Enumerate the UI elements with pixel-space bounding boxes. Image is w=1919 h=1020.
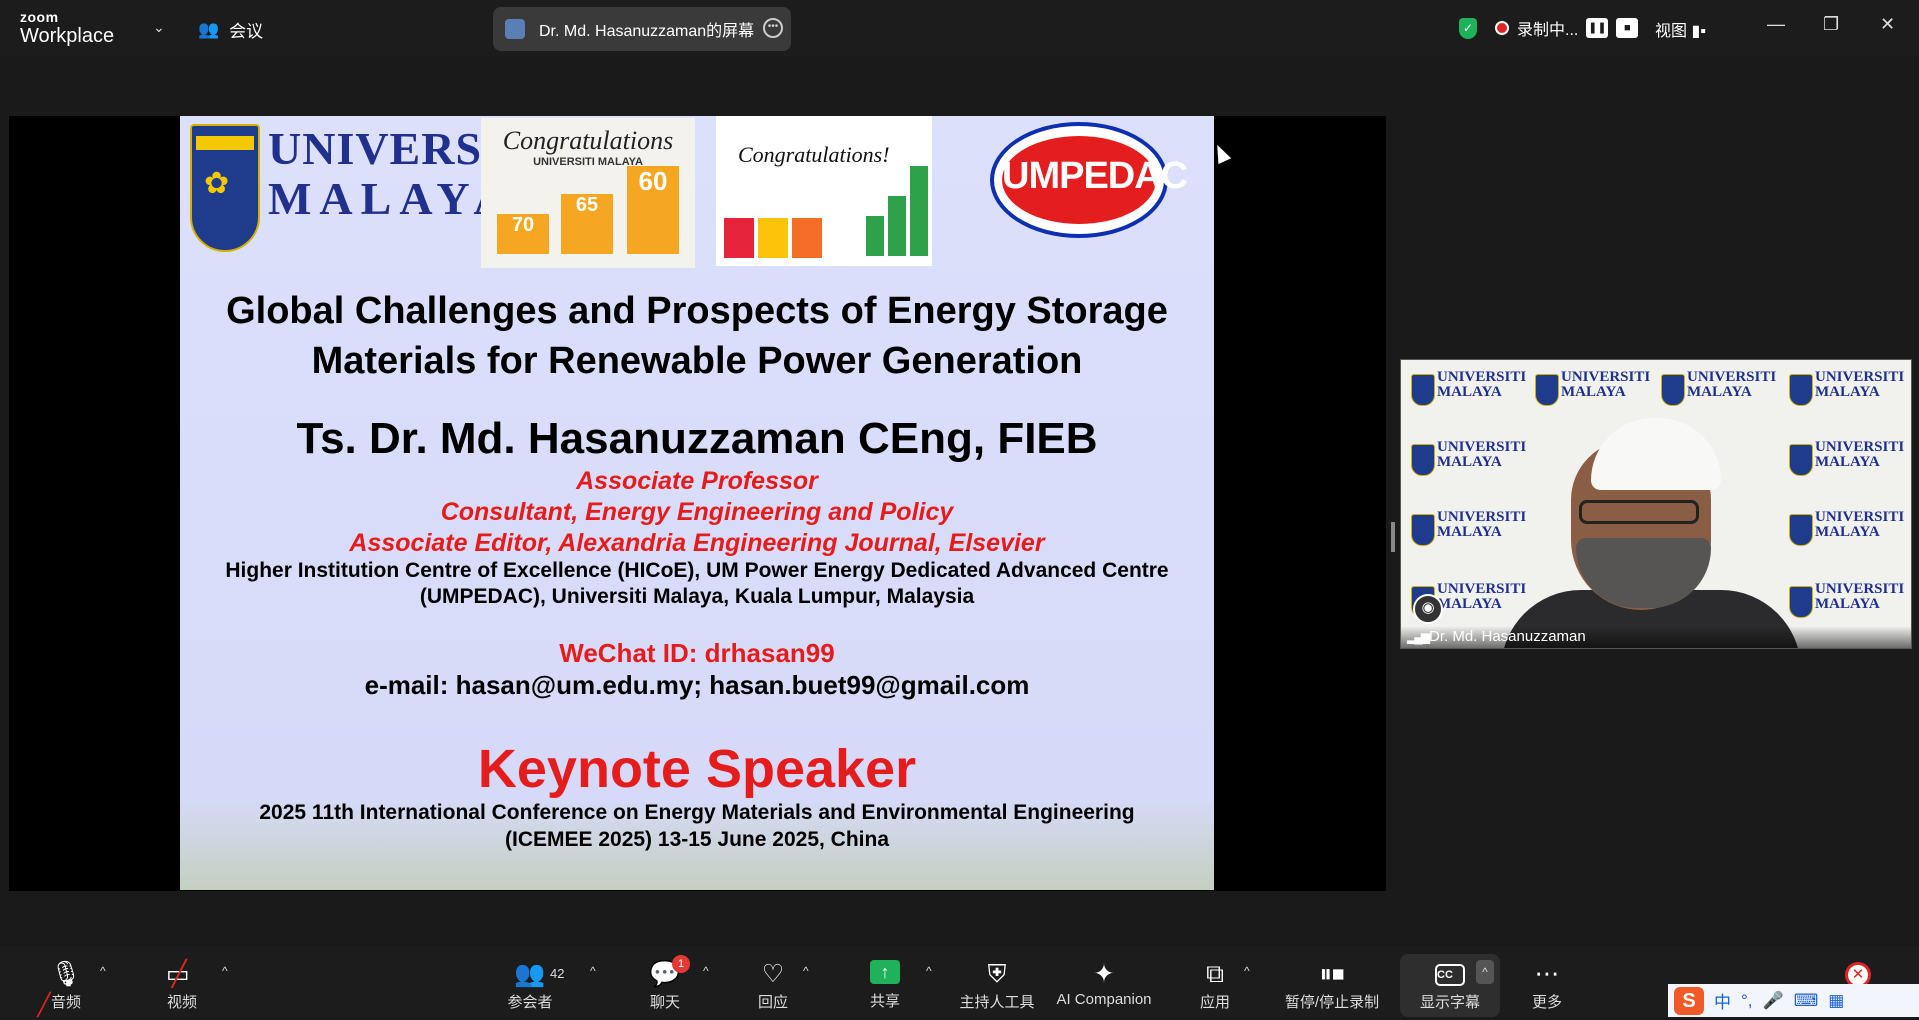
share-options-chevron-icon[interactable]: ^ (926, 964, 932, 978)
view-icon: ▮▪ (1691, 23, 1706, 40)
bg-logo: UNIVERSITI MALAYA (1657, 366, 1779, 426)
pause-stop-icon: ⏸⏹ (1319, 960, 1345, 988)
apps-options-chevron-icon[interactable]: ^ (1244, 964, 1250, 978)
more-icon: ⋯ (1534, 960, 1560, 988)
rank-bar: 60 (627, 166, 679, 254)
keyboard-icon[interactable]: ⌨ (1794, 991, 1819, 1011)
share-button[interactable]: ↑ 共享 (860, 946, 910, 1017)
speaker-name: Ts. Dr. Md. Hasanuzzaman CEng, FIEB (296, 414, 1098, 463)
minimize-icon[interactable]: — (1767, 14, 1785, 35)
rank-bar: 70 (497, 214, 549, 254)
share-title: Dr. Md. Hasanuzzaman的屏幕 (539, 23, 755, 40)
ai-companion-button[interactable]: ✦ AI Companion (1052, 946, 1156, 1017)
view-button[interactable]: 视图 ▮▪ (1655, 17, 1706, 41)
talk-title: Global Challenges and Prospects of Energ… (226, 290, 1168, 382)
institution: Higher Institution Centre of Excellence … (225, 559, 1169, 608)
qs-ranking-image: Congratulations UNIVERSITI MALAYA 70 65 … (481, 118, 695, 268)
participant-name: Dr. Md. Hasanuzzaman (1429, 628, 1586, 645)
speaker-cap (1591, 418, 1721, 490)
bg-logo: UNIVERSITI MALAYA (1407, 436, 1529, 496)
grid-icon[interactable]: ▦ (1828, 991, 1844, 1011)
share-arrow-icon: ↑ (870, 960, 900, 984)
bg-logo: UNIVERSITI MALAYA (1407, 366, 1529, 426)
recording-status: ✓ 录制中... ❚❚ ■ (1459, 16, 1639, 40)
shared-slide: ✿ UNIVERSITI MALAYA Congratulations UNIV… (180, 116, 1214, 890)
cc-icon: CC (1435, 964, 1465, 986)
captions-button[interactable]: CC 显示字幕 ^ (1400, 954, 1500, 1017)
title-bar: zoom Workplace ⌄ 👥 会议 Dr. Md. Hasanuzzam… (0, 0, 1919, 56)
um-logo: ✿ UNIVERSITI MALAYA (190, 124, 551, 254)
sogou-icon[interactable]: S (1674, 986, 1704, 1015)
screen-share-pill[interactable]: Dr. Md. Hasanuzzaman的屏幕 ••• (493, 7, 791, 51)
meeting-menu[interactable]: 👥 会议 (198, 17, 263, 42)
ime-lang[interactable]: 中 (1714, 988, 1731, 1013)
participants-count: 42 (550, 966, 565, 981)
more-button[interactable]: ⋯ 更多 (1522, 946, 1572, 1017)
participants-icon: 👥 (514, 960, 546, 988)
pause-stop-recording-button[interactable]: ⏸⏹ 暂停/停止录制 (1278, 946, 1386, 1017)
mic-muted-icon: 🎙╱ (37, 960, 82, 1017)
participants-button[interactable]: 👥 参会者 (500, 946, 560, 1017)
impact-ranking-image: Congratulations! (716, 116, 932, 266)
brand-small: zoom (20, 9, 59, 25)
bg-logo: UNIVERSITI MALAYA (1531, 366, 1653, 426)
heart-icon: ♡ (761, 960, 785, 988)
resize-handle[interactable] (1391, 522, 1395, 552)
camera-off-icon: ▭╱ (166, 960, 190, 988)
close-icon[interactable]: ✕ (1880, 14, 1895, 35)
speaker-glasses (1579, 500, 1699, 524)
wechat-id: WeChat ID: drhasan99 (559, 638, 835, 668)
punctuation-icon[interactable]: °, (1741, 991, 1753, 1011)
bg-logo: UNIVERSITI MALAYA (1407, 506, 1529, 566)
bg-logo: UNIVERSITI MALAYA (1785, 506, 1907, 566)
chat-badge: 1 (672, 955, 690, 973)
mic-icon[interactable]: 🎤 (1763, 991, 1784, 1011)
recording-label: 录制中... (1517, 22, 1579, 39)
speaker-roles: Associate Professor Consultant, Energy E… (349, 467, 1045, 557)
stop-recording-button[interactable]: ■ (1616, 18, 1639, 38)
signal-icon: ▂▄▆ (1407, 630, 1430, 644)
zoom-logo: zoom Workplace (20, 10, 114, 46)
apps-button[interactable]: ⧉ 应用 (1190, 946, 1240, 1017)
keynote-heading: Keynote Speaker (477, 739, 917, 799)
impact-bars (866, 166, 928, 256)
email-line: e-mail: hasan@um.edu.my; hasan.buet99@gm… (364, 670, 1030, 700)
participant-video[interactable]: UNIVERSITI MALAYA UNIVERSITI MALAYA UNIVER… (1400, 359, 1912, 649)
camera-icon[interactable]: ◉ (1413, 594, 1443, 624)
view-label: 视图 (1655, 23, 1688, 40)
sdg-tiles (724, 218, 822, 258)
bg-logo: UNIVERSITI MALAYA (1785, 366, 1907, 426)
audio-options-chevron-icon[interactable]: ^ (100, 964, 106, 978)
rank-bar: 65 (561, 194, 613, 254)
bg-logo: UNIVERSITI MALAYA (1785, 436, 1907, 496)
shield-icon: ⛨ (987, 960, 1007, 988)
people-icon: 👥 (198, 19, 220, 39)
sparkle-icon: ✦ (1093, 960, 1115, 988)
video-label-bar: ▂▄▆ Dr. Md. Hasanuzzaman (1401, 626, 1911, 648)
participants-options-chevron-icon[interactable]: ^ (590, 964, 596, 978)
meeting-label: 会议 (229, 22, 264, 41)
um-crest-icon: ✿ (190, 124, 260, 252)
more-options-icon[interactable]: ••• (763, 18, 783, 38)
apps-icon: ⧉ (1206, 960, 1224, 988)
umpedac-logo: UMPEDAC (990, 122, 1188, 238)
audio-button[interactable]: 🎙╱ 音频 (37, 946, 92, 1017)
restore-icon[interactable]: ❐ (1823, 14, 1839, 35)
captions-options-chevron-icon[interactable]: ^ (1476, 960, 1494, 984)
chat-options-chevron-icon[interactable]: ^ (703, 964, 709, 978)
brand-large: Workplace (20, 25, 115, 47)
ime-toolbar: S 中 °, 🎤 ⌨ ▦ (1668, 984, 1919, 1017)
recording-dot-icon (1495, 21, 1509, 35)
conference-info: 2025 11th International Conference on En… (259, 801, 1135, 851)
reactions-options-chevron-icon[interactable]: ^ (803, 964, 809, 978)
reactions-button[interactable]: ♡ 回应 (748, 946, 798, 1017)
shield-icon[interactable]: ✓ (1459, 17, 1477, 39)
host-tools-button[interactable]: ⛨ 主持人工具 (952, 946, 1042, 1017)
chevron-down-icon[interactable]: ⌄ (153, 19, 165, 36)
avatar (505, 19, 525, 39)
pause-recording-button[interactable]: ❚❚ (1586, 18, 1609, 38)
video-button[interactable]: ▭╱ 视频 (156, 946, 208, 1017)
meeting-toolbar: 🎙╱ 音频 ^ ▭╱ 视频 ^ 👥 参会者 42 ^ 💬 聊天 1 ^ ♡ 回应… (0, 946, 1919, 1017)
video-options-chevron-icon[interactable]: ^ (222, 964, 228, 978)
